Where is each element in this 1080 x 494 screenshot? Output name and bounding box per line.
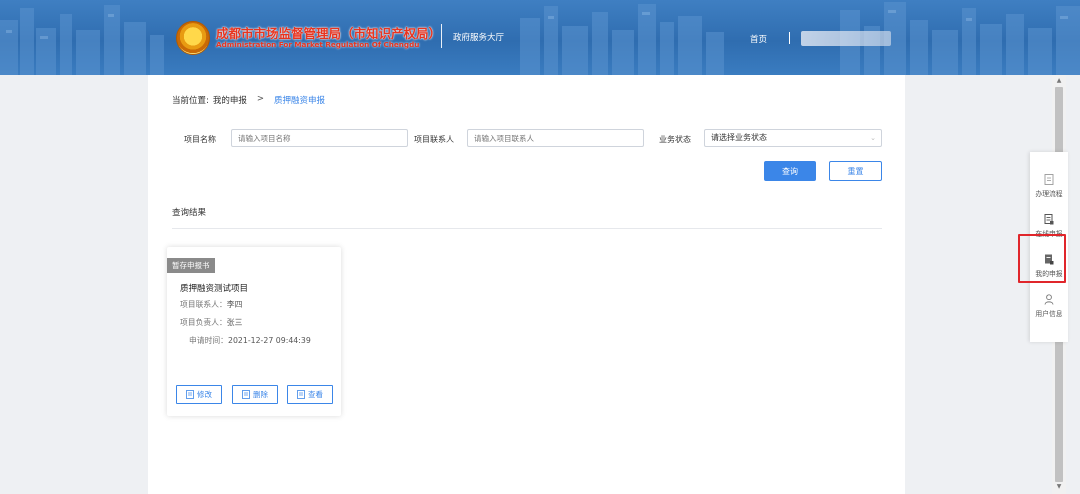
site-header: 成都市市场监督管理局（市知识产权局） Administration For Ma… — [0, 0, 1080, 75]
business-status-label: 业务状态 — [659, 135, 691, 144]
document-icon — [297, 390, 305, 399]
search-button[interactable]: 查询 — [764, 161, 816, 181]
card-owner-value: 张三 — [226, 318, 243, 327]
project-contact-label: 项目联系人 — [414, 135, 454, 144]
edit-label: 修改 — [197, 390, 212, 399]
emblem-icon — [176, 21, 210, 55]
card-time-value: 2021-12-27 09:44:39 — [227, 336, 311, 345]
scroll-up-arrow-icon[interactable]: ▲ — [1052, 77, 1066, 85]
breadcrumb-current: 质押融资申报 — [274, 96, 326, 106]
header-divider-2 — [789, 32, 790, 44]
main-panel: 当前位置: 我的申报 > 质押融资申报 项目名称 项目联系人 业务状态 请选择业… — [148, 75, 905, 494]
logo-title-en: Administration For Market Regulation Of … — [216, 39, 420, 49]
side-nav-user-info-label: 用户信息 — [1035, 310, 1063, 318]
reset-button[interactable]: 重置 — [829, 161, 882, 181]
logo-title-cn: 成都市市场监督管理局（市知识产权局） — [216, 26, 442, 42]
view-label: 查看 — [308, 390, 323, 399]
home-link[interactable]: 首页 — [750, 33, 767, 45]
side-nav-process[interactable]: 办理流程 — [1030, 170, 1068, 210]
breadcrumb-separator: > — [256, 94, 265, 104]
side-nav-user-info[interactable]: 用户信息 — [1030, 290, 1068, 330]
breadcrumb-label: 当前位置: — [172, 96, 209, 106]
status-badge: 暂存申报书 — [167, 258, 215, 273]
card-contact-value: 李四 — [226, 300, 243, 309]
results-title: 查询结果 — [172, 208, 207, 218]
card-project-title: 质押融资测试项目 — [180, 284, 249, 294]
business-status-value: 请选择业务状态 — [711, 133, 767, 142]
card-contact-row: 项目联系人：李四 — [180, 299, 242, 310]
delete-label: 删除 — [253, 390, 268, 399]
view-button[interactable]: 查看 — [287, 385, 333, 404]
results-divider — [172, 228, 882, 229]
card-time-key: 申请时间： — [189, 336, 228, 345]
delete-button[interactable]: 删除 — [232, 385, 278, 404]
card-owner-row: 项目负责人：张三 — [180, 317, 242, 328]
scroll-down-arrow-icon[interactable]: ▼ — [1052, 483, 1066, 491]
side-nav-process-label: 办理流程 — [1035, 190, 1063, 198]
document-icon — [1044, 174, 1054, 185]
gov-service-hall-link[interactable]: 政府服务大厅 — [453, 31, 504, 43]
business-status-select[interactable]: 请选择业务状态 ⌄ — [704, 129, 882, 147]
project-contact-input[interactable] — [467, 129, 644, 147]
document-icon — [242, 390, 250, 399]
document-edit-icon — [1044, 214, 1054, 225]
declaration-card[interactable]: 暂存申报书 质押融资测试项目 项目联系人：李四 项目负责人：张三 申请时间：20… — [167, 247, 341, 416]
header-divider — [441, 24, 442, 48]
card-contact-key: 项目联系人： — [180, 300, 227, 309]
user-name-redacted[interactable] — [801, 31, 891, 46]
city-skyline-banner — [0, 2, 1080, 75]
user-icon — [1044, 294, 1054, 305]
breadcrumb: 当前位置: 我的申报 > 质押融资申报 — [172, 94, 325, 106]
edit-button[interactable]: 修改 — [176, 385, 222, 404]
chevron-down-icon: ⌄ — [870, 134, 876, 142]
red-highlight-box — [1018, 234, 1066, 283]
card-owner-key: 项目负责人： — [180, 318, 227, 327]
card-time-row: 申请时间：2021-12-27 09:44:39 — [189, 335, 311, 346]
project-name-input[interactable] — [231, 129, 408, 147]
breadcrumb-my-declarations[interactable]: 我的申报 — [213, 94, 247, 106]
project-name-label: 项目名称 — [184, 135, 216, 144]
document-icon — [186, 390, 194, 399]
site-logo[interactable]: 成都市市场监督管理局（市知识产权局） Administration For Ma… — [176, 21, 441, 55]
